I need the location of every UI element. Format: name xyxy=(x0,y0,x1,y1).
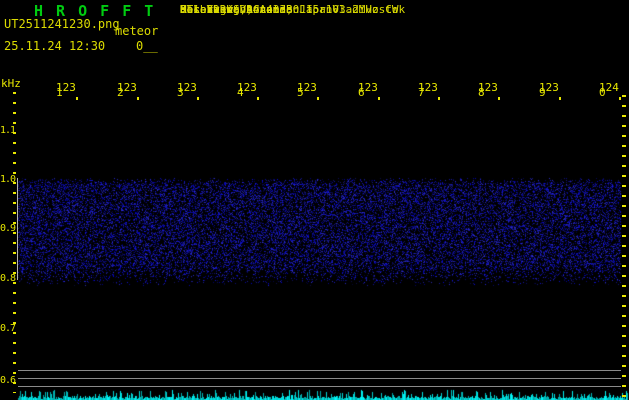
reference-line xyxy=(18,378,621,379)
spectrogram-canvas xyxy=(0,0,629,400)
reference-line xyxy=(18,370,621,371)
output-filename: UT2511241230.png xyxy=(4,17,120,31)
y-axis-unit-label: kHz xyxy=(1,77,21,90)
mode-label: meteor xyxy=(115,24,159,38)
echo-counter: 0__ xyxy=(136,39,158,53)
info-value: 3el Yagi(V) Az 330 for Vladivostok xyxy=(180,3,406,16)
observation-datetime: 25.11.24 12:30 xyxy=(4,39,106,53)
right-axis-ticks xyxy=(622,95,626,397)
detection-band-marker xyxy=(17,178,18,280)
hrofft-window: H R O F F T UT2511241230.png meteor 25.1… xyxy=(0,0,629,400)
left-axis-ticks xyxy=(13,92,16,393)
reference-line xyxy=(18,386,621,387)
